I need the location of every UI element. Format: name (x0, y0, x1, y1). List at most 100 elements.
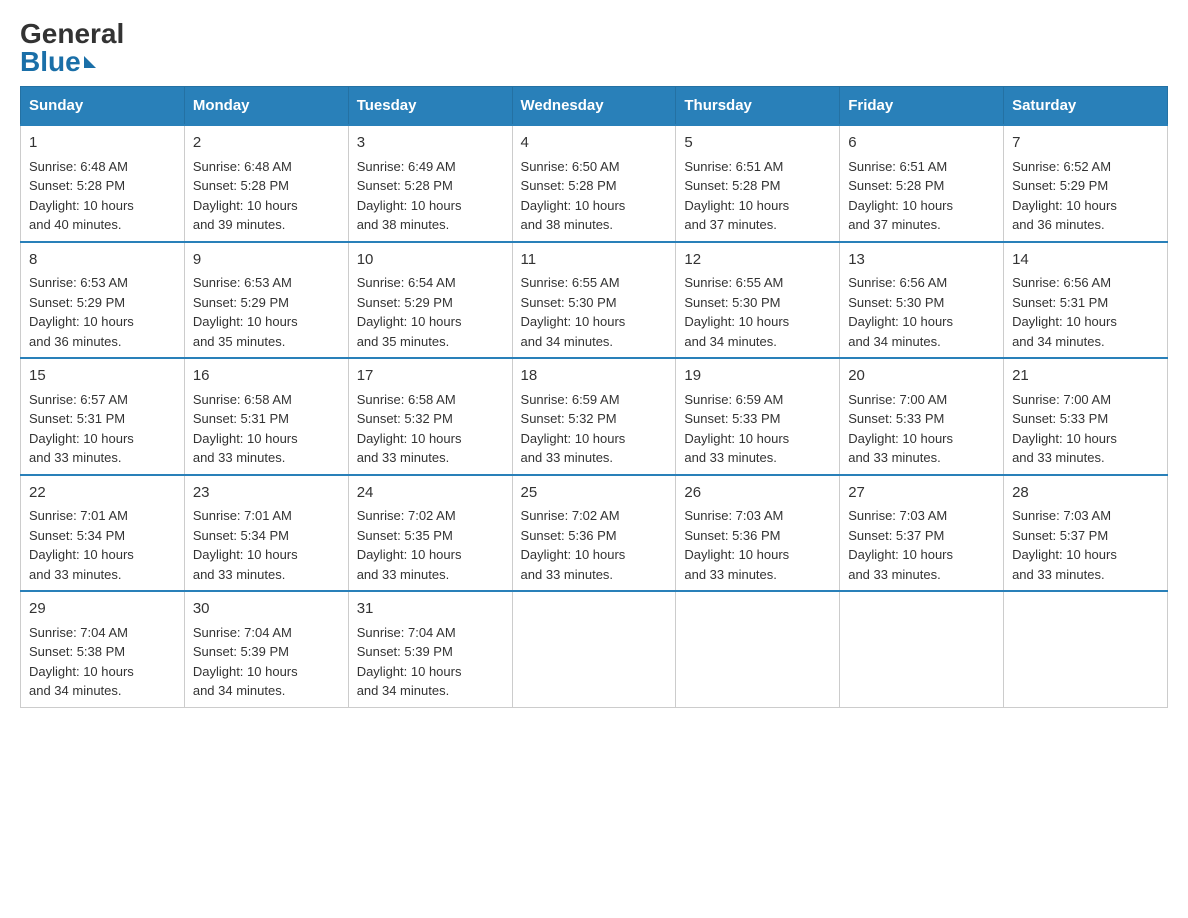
day-info: Daylight: 10 hours (848, 312, 995, 332)
day-number: 17 (357, 365, 504, 388)
calendar-cell: 8Sunrise: 6:53 AMSunset: 5:29 PMDaylight… (21, 242, 185, 359)
day-info: Sunset: 5:39 PM (357, 642, 504, 662)
calendar-cell: 24Sunrise: 7:02 AMSunset: 5:35 PMDayligh… (348, 475, 512, 592)
day-info: Daylight: 10 hours (1012, 312, 1159, 332)
day-number: 8 (29, 249, 176, 272)
day-info: Daylight: 10 hours (521, 545, 668, 565)
day-info: Sunset: 5:28 PM (684, 176, 831, 196)
calendar-cell: 21Sunrise: 7:00 AMSunset: 5:33 PMDayligh… (1004, 358, 1168, 475)
day-info: Daylight: 10 hours (1012, 545, 1159, 565)
day-info: Sunrise: 6:49 AM (357, 157, 504, 177)
day-info: Daylight: 10 hours (357, 429, 504, 449)
day-number: 23 (193, 482, 340, 505)
day-number: 11 (521, 249, 668, 272)
day-info: and 33 minutes. (684, 565, 831, 585)
day-info: Daylight: 10 hours (521, 429, 668, 449)
day-info: Sunrise: 7:00 AM (1012, 390, 1159, 410)
day-info: and 34 minutes. (357, 681, 504, 701)
day-info: Sunrise: 7:02 AM (357, 506, 504, 526)
day-number: 13 (848, 249, 995, 272)
day-number: 22 (29, 482, 176, 505)
calendar-cell: 14Sunrise: 6:56 AMSunset: 5:31 PMDayligh… (1004, 242, 1168, 359)
week-row-5: 29Sunrise: 7:04 AMSunset: 5:38 PMDayligh… (21, 591, 1168, 707)
day-info: and 33 minutes. (29, 448, 176, 468)
day-info: and 33 minutes. (1012, 448, 1159, 468)
day-info: Sunset: 5:36 PM (521, 526, 668, 546)
day-number: 1 (29, 132, 176, 155)
calendar-table: SundayMondayTuesdayWednesdayThursdayFrid… (20, 86, 1168, 708)
day-info: Daylight: 10 hours (1012, 429, 1159, 449)
day-info: Sunset: 5:31 PM (1012, 293, 1159, 313)
calendar-cell: 31Sunrise: 7:04 AMSunset: 5:39 PMDayligh… (348, 591, 512, 707)
day-info: Sunset: 5:37 PM (1012, 526, 1159, 546)
day-info: Sunrise: 7:02 AM (521, 506, 668, 526)
day-info: Daylight: 10 hours (29, 429, 176, 449)
calendar-cell: 25Sunrise: 7:02 AMSunset: 5:36 PMDayligh… (512, 475, 676, 592)
day-info: and 33 minutes. (357, 565, 504, 585)
day-info: and 33 minutes. (848, 448, 995, 468)
calendar-cell: 9Sunrise: 6:53 AMSunset: 5:29 PMDaylight… (184, 242, 348, 359)
day-info: and 35 minutes. (193, 332, 340, 352)
day-info: Sunset: 5:31 PM (193, 409, 340, 429)
day-info: and 34 minutes. (29, 681, 176, 701)
day-number: 24 (357, 482, 504, 505)
day-info: and 33 minutes. (684, 448, 831, 468)
col-header-saturday: Saturday (1004, 87, 1168, 126)
day-number: 28 (1012, 482, 1159, 505)
calendar-cell: 5Sunrise: 6:51 AMSunset: 5:28 PMDaylight… (676, 125, 840, 242)
day-info: Sunrise: 6:57 AM (29, 390, 176, 410)
calendar-cell: 10Sunrise: 6:54 AMSunset: 5:29 PMDayligh… (348, 242, 512, 359)
day-number: 2 (193, 132, 340, 155)
day-info: Sunrise: 6:55 AM (521, 273, 668, 293)
day-info: Sunrise: 7:04 AM (193, 623, 340, 643)
day-info: Sunset: 5:31 PM (29, 409, 176, 429)
day-info: Daylight: 10 hours (29, 196, 176, 216)
day-number: 12 (684, 249, 831, 272)
day-info: Daylight: 10 hours (357, 662, 504, 682)
day-info: Sunset: 5:30 PM (521, 293, 668, 313)
day-info: Daylight: 10 hours (521, 196, 668, 216)
col-header-sunday: Sunday (21, 87, 185, 126)
day-info: and 33 minutes. (357, 448, 504, 468)
day-info: Sunrise: 6:48 AM (29, 157, 176, 177)
day-info: Sunset: 5:29 PM (193, 293, 340, 313)
day-number: 21 (1012, 365, 1159, 388)
col-header-friday: Friday (840, 87, 1004, 126)
calendar-cell: 7Sunrise: 6:52 AMSunset: 5:29 PMDaylight… (1004, 125, 1168, 242)
day-info: Sunrise: 7:01 AM (29, 506, 176, 526)
calendar-cell: 6Sunrise: 6:51 AMSunset: 5:28 PMDaylight… (840, 125, 1004, 242)
day-info: Daylight: 10 hours (357, 312, 504, 332)
day-info: Sunset: 5:30 PM (684, 293, 831, 313)
day-info: Sunset: 5:34 PM (193, 526, 340, 546)
day-info: Sunrise: 6:55 AM (684, 273, 831, 293)
day-info: Sunrise: 7:04 AM (29, 623, 176, 643)
day-info: Sunrise: 7:00 AM (848, 390, 995, 410)
day-info: Sunset: 5:34 PM (29, 526, 176, 546)
day-info: and 37 minutes. (684, 215, 831, 235)
calendar-cell: 29Sunrise: 7:04 AMSunset: 5:38 PMDayligh… (21, 591, 185, 707)
day-number: 31 (357, 598, 504, 621)
calendar-cell: 27Sunrise: 7:03 AMSunset: 5:37 PMDayligh… (840, 475, 1004, 592)
calendar-cell: 3Sunrise: 6:49 AMSunset: 5:28 PMDaylight… (348, 125, 512, 242)
day-info: Sunrise: 6:59 AM (684, 390, 831, 410)
day-number: 10 (357, 249, 504, 272)
calendar-cell (512, 591, 676, 707)
day-info: Daylight: 10 hours (1012, 196, 1159, 216)
calendar-cell (676, 591, 840, 707)
day-info: Daylight: 10 hours (193, 312, 340, 332)
calendar-cell: 22Sunrise: 7:01 AMSunset: 5:34 PMDayligh… (21, 475, 185, 592)
calendar-cell: 18Sunrise: 6:59 AMSunset: 5:32 PMDayligh… (512, 358, 676, 475)
day-info: Daylight: 10 hours (193, 662, 340, 682)
col-header-tuesday: Tuesday (348, 87, 512, 126)
day-info: and 40 minutes. (29, 215, 176, 235)
calendar-cell: 15Sunrise: 6:57 AMSunset: 5:31 PMDayligh… (21, 358, 185, 475)
week-row-3: 15Sunrise: 6:57 AMSunset: 5:31 PMDayligh… (21, 358, 1168, 475)
day-info: and 33 minutes. (193, 565, 340, 585)
day-info: Daylight: 10 hours (684, 196, 831, 216)
day-info: Sunset: 5:28 PM (29, 176, 176, 196)
calendar-header-row: SundayMondayTuesdayWednesdayThursdayFrid… (21, 87, 1168, 126)
calendar-cell: 12Sunrise: 6:55 AMSunset: 5:30 PMDayligh… (676, 242, 840, 359)
day-number: 6 (848, 132, 995, 155)
day-info: and 33 minutes. (29, 565, 176, 585)
calendar-cell: 23Sunrise: 7:01 AMSunset: 5:34 PMDayligh… (184, 475, 348, 592)
